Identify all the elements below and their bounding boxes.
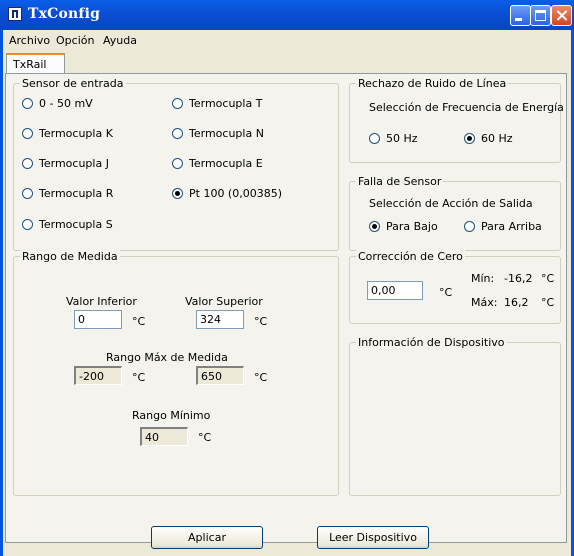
- radio-termocupla-n[interactable]: Termocupla N: [172, 127, 264, 140]
- menu-archivo[interactable]: Archivo: [9, 34, 50, 47]
- rango-max-label: Rango Máx de Medida: [106, 351, 228, 364]
- client-area: Archivo Opción Ayuda TxRail Sensor de en…: [3, 30, 571, 556]
- unit-label: °C: [132, 315, 146, 328]
- radio-label: Termocupla K: [39, 127, 113, 140]
- maximize-button[interactable]: [530, 5, 551, 26]
- cero-max-unit: °C: [541, 296, 555, 309]
- tab-txrail[interactable]: TxRail: [6, 53, 65, 73]
- radio-termocupla-t[interactable]: Termocupla T: [172, 97, 262, 110]
- menu-ayuda[interactable]: Ayuda: [103, 34, 137, 47]
- radio-termocupla-j[interactable]: Termocupla J: [22, 157, 109, 170]
- aplicar-button[interactable]: Aplicar: [151, 526, 263, 549]
- radio-label: 50 Hz: [386, 132, 418, 145]
- radio-dot: [369, 133, 380, 144]
- radio-dot-checked: [464, 133, 475, 144]
- cero-input[interactable]: [367, 281, 423, 300]
- app-icon: [8, 7, 22, 21]
- rechazo-group: Rechazo de Ruido de Línea Selección de F…: [349, 77, 564, 163]
- radio-dot-checked: [172, 188, 183, 199]
- sensor-group-title: Sensor de entrada: [20, 77, 126, 90]
- cero-unit: °C: [439, 286, 453, 299]
- window-title: TxConfig: [28, 6, 101, 22]
- radio-para-arriba[interactable]: Para Arriba: [464, 220, 542, 233]
- rango-group-title: Rango de Medida: [20, 250, 120, 263]
- rango-max-low-field: [74, 366, 122, 385]
- rango-min-label: Rango Mínimo: [132, 409, 211, 422]
- radio-label: Para Bajo: [386, 220, 438, 233]
- radio-termocupla-r[interactable]: Termocupla R: [22, 187, 113, 200]
- unit-label: °C: [254, 371, 268, 384]
- minimize-button[interactable]: [510, 5, 531, 26]
- valor-superior-input[interactable]: [196, 310, 244, 329]
- radio-para-bajo[interactable]: Para Bajo: [369, 220, 438, 233]
- rango-min-field: [140, 427, 188, 446]
- radio-label: Termocupla T: [189, 97, 263, 110]
- radio-termocupla-k[interactable]: Termocupla K: [22, 127, 113, 140]
- radio-label: Pt 100 (0,00385): [189, 187, 283, 200]
- falla-subtitle: Selección de Acción de Salida: [369, 197, 533, 210]
- cero-max-value: 16,2: [504, 296, 529, 309]
- cero-min-unit: °C: [541, 272, 555, 285]
- title-bar[interactable]: TxConfig: [0, 0, 574, 30]
- radio-termocupla-s[interactable]: Termocupla S: [22, 218, 113, 231]
- unit-label: °C: [254, 315, 268, 328]
- radio-label: Termocupla E: [189, 157, 263, 170]
- menu-bar: Archivo Opción Ayuda: [3, 30, 571, 50]
- rango-max-high-field: [196, 366, 244, 385]
- unit-label: °C: [198, 431, 212, 444]
- rechazo-subtitle: Selección de Frecuencia de Energía: [369, 101, 564, 114]
- radio-dot: [464, 221, 475, 232]
- rango-group: Rango de Medida Valor Inferior °C Valor …: [13, 250, 339, 496]
- radio-label: Para Arriba: [481, 220, 542, 233]
- radio-dot: [172, 158, 183, 169]
- tab-panel: Sensor de entrada 0 - 50 mV Termocupla K…: [5, 73, 567, 543]
- cero-group-title: Corrección de Cero: [356, 250, 465, 263]
- cero-min-label: Mín:: [471, 272, 495, 285]
- radio-dot: [22, 158, 33, 169]
- falla-group-title: Falla de Sensor: [356, 175, 444, 188]
- falla-group: Falla de Sensor Selección de Acción de S…: [349, 175, 561, 251]
- radio-dot-checked: [369, 221, 380, 232]
- unit-label: °C: [132, 371, 146, 384]
- leer-dispositivo-button[interactable]: Leer Dispositivo: [317, 526, 429, 549]
- radio-label: Termocupla J: [39, 157, 109, 170]
- sensor-group: Sensor de entrada 0 - 50 mV Termocupla K…: [13, 77, 339, 251]
- info-group: Información de Dispositivo: [349, 336, 561, 496]
- radio-label: 0 - 50 mV: [39, 97, 93, 110]
- radio-label: Termocupla N: [189, 127, 264, 140]
- radio-dot: [172, 128, 183, 139]
- menu-opcion[interactable]: Opción: [56, 34, 94, 47]
- rechazo-group-title: Rechazo de Ruido de Línea: [356, 77, 509, 90]
- radio-0-50mv[interactable]: 0 - 50 mV: [22, 97, 93, 110]
- radio-pt100[interactable]: Pt 100 (0,00385): [172, 187, 282, 200]
- valor-inferior-input[interactable]: [74, 310, 122, 329]
- close-button[interactable]: [551, 5, 572, 26]
- radio-dot: [22, 98, 33, 109]
- radio-label: 60 Hz: [481, 132, 513, 145]
- radio-dot: [22, 188, 33, 199]
- radio-label: Termocupla R: [39, 187, 114, 200]
- radio-dot: [172, 98, 183, 109]
- radio-60hz[interactable]: 60 Hz: [464, 132, 513, 145]
- app-window: TxConfig Archivo Opción Ayuda TxRail Sen…: [0, 0, 574, 556]
- info-group-title: Información de Dispositivo: [356, 336, 507, 349]
- valor-superior-label: Valor Superior: [185, 295, 263, 308]
- radio-dot: [22, 219, 33, 230]
- radio-label: Termocupla S: [39, 218, 113, 231]
- radio-50hz[interactable]: 50 Hz: [369, 132, 418, 145]
- cero-min-value: -16,2: [504, 272, 533, 285]
- cero-group: Corrección de Cero °C Mín: -16,2 °C Máx:…: [349, 250, 561, 324]
- tab-label: TxRail: [13, 58, 47, 71]
- valor-inferior-label: Valor Inferior: [66, 295, 137, 308]
- radio-dot: [22, 128, 33, 139]
- cero-max-label: Máx:: [471, 296, 498, 309]
- radio-termocupla-e[interactable]: Termocupla E: [172, 157, 263, 170]
